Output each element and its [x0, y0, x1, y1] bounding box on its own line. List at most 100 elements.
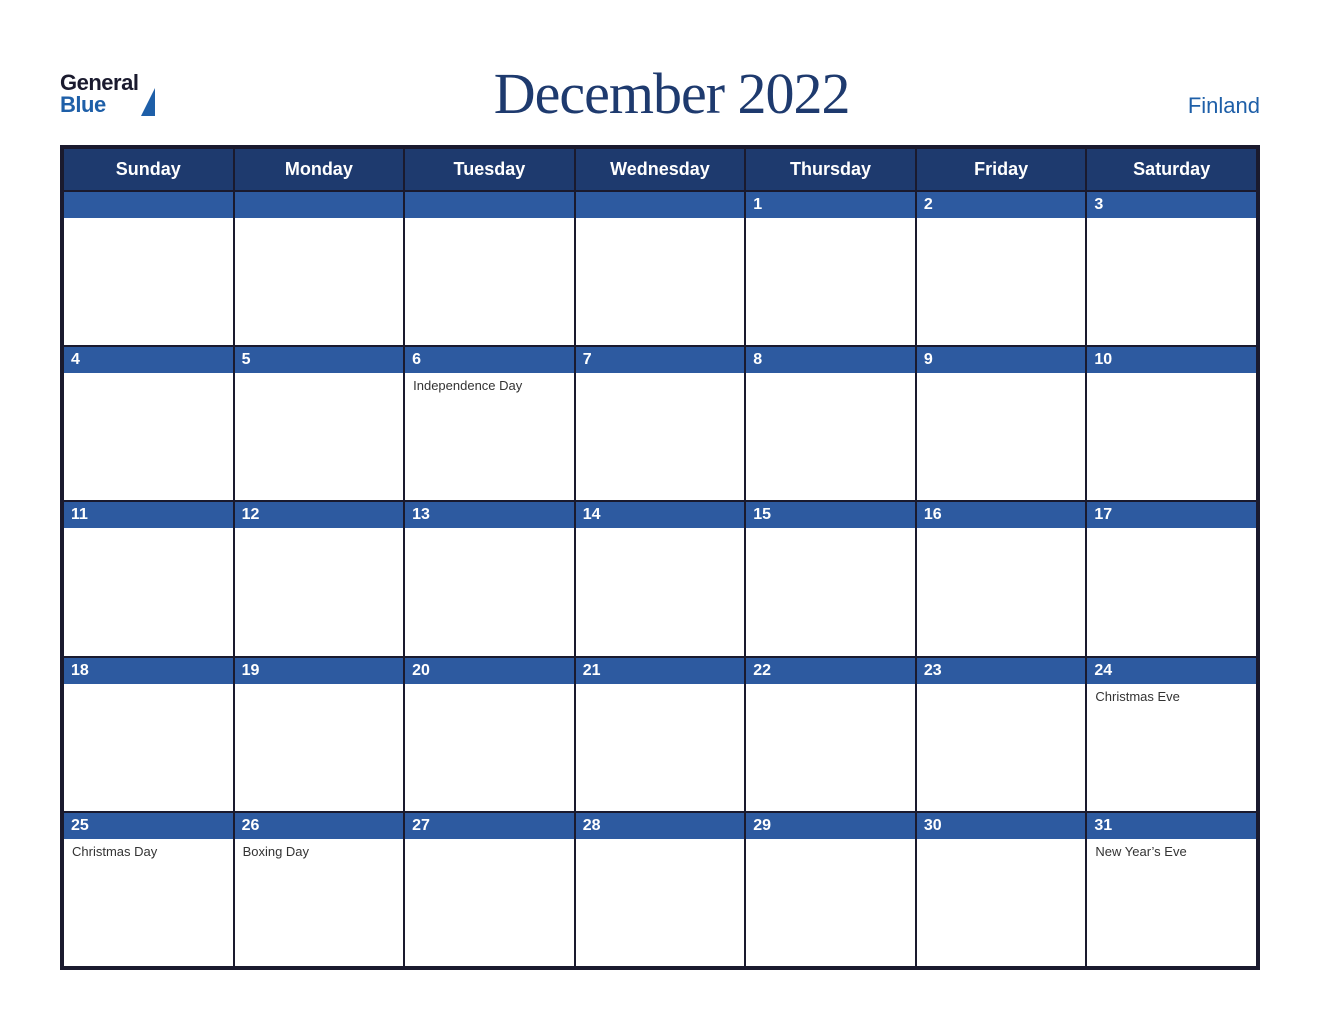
day-cell-w3-d1: 11	[63, 501, 234, 656]
week-row-1: 123	[63, 191, 1257, 346]
day-cell-w4-d2: 19	[234, 657, 405, 812]
day-number-w2-d7: 10	[1087, 347, 1256, 373]
day-cell-w1-d1	[63, 191, 234, 346]
day-number-w5-d2: 26	[235, 813, 404, 839]
day-number-w2-d1: 4	[64, 347, 233, 373]
header-thursday: Thursday	[745, 148, 916, 191]
day-number-w1-d7: 3	[1087, 192, 1256, 218]
day-cell-w1-d2	[234, 191, 405, 346]
day-number-w1-d4	[576, 192, 745, 218]
calendar-grid: Sunday Monday Tuesday Wednesday Thursday…	[60, 145, 1260, 970]
day-number-w2-d6: 9	[917, 347, 1086, 373]
day-cell-w2-d5: 8	[745, 346, 916, 501]
day-cell-w3-d6: 16	[916, 501, 1087, 656]
day-cell-w1-d7: 3	[1086, 191, 1257, 346]
day-cell-w5-d1: 25 Christmas Day	[63, 812, 234, 967]
header-sunday: Sunday	[63, 148, 234, 191]
week-row-4: 18192021222324Christmas Eve	[63, 657, 1257, 812]
page-title: December 2022	[494, 60, 850, 127]
day-number-w3-d1: 11	[64, 502, 233, 528]
day-cell-w4-d7: 24 Christmas Eve	[1086, 657, 1257, 812]
calendar-page: General Blue December 2022 Finland Sunda…	[30, 30, 1290, 990]
day-number-w5-d5: 29	[746, 813, 915, 839]
day-cell-w5-d7: 31 New Year’s Eve	[1086, 812, 1257, 967]
logo: General Blue	[60, 72, 155, 116]
day-number-w1-d1	[64, 192, 233, 218]
day-events-w4-d7: Christmas Eve	[1087, 684, 1256, 709]
header-tuesday: Tuesday	[404, 148, 575, 191]
day-events-w5-d1: Christmas Day	[64, 839, 233, 864]
day-events-w2-d3: Independence Day	[405, 373, 574, 398]
day-cell-w2-d7: 10	[1086, 346, 1257, 501]
day-number-w3-d4: 14	[576, 502, 745, 528]
logo-general-text: General	[60, 72, 138, 94]
day-cell-w1-d3	[404, 191, 575, 346]
event-label: Independence Day	[413, 378, 566, 393]
day-number-w3-d7: 17	[1087, 502, 1256, 528]
day-number-w1-d3	[405, 192, 574, 218]
day-number-w3-d5: 15	[746, 502, 915, 528]
day-number-w5-d7: 31	[1087, 813, 1256, 839]
day-number-w2-d5: 8	[746, 347, 915, 373]
day-number-w3-d2: 12	[235, 502, 404, 528]
day-cell-w1-d4	[575, 191, 746, 346]
event-label: Boxing Day	[243, 844, 396, 859]
day-number-w5-d1: 25	[64, 813, 233, 839]
day-cell-w3-d4: 14	[575, 501, 746, 656]
day-events-w5-d2: Boxing Day	[235, 839, 404, 864]
logo-text: General Blue	[60, 72, 138, 116]
day-number-w4-d6: 23	[917, 658, 1086, 684]
week-row-3: 11121314151617	[63, 501, 1257, 656]
day-cell-w2-d4: 7	[575, 346, 746, 501]
day-cell-w5-d3: 27	[404, 812, 575, 967]
day-cell-w3-d2: 12	[234, 501, 405, 656]
header-friday: Friday	[916, 148, 1087, 191]
header-saturday: Saturday	[1086, 148, 1257, 191]
day-number-w4-d1: 18	[64, 658, 233, 684]
logo-triangle-icon	[141, 88, 155, 116]
day-cell-w5-d6: 30	[916, 812, 1087, 967]
day-number-w4-d4: 21	[576, 658, 745, 684]
day-cell-w1-d5: 1	[745, 191, 916, 346]
day-number-w5-d4: 28	[576, 813, 745, 839]
day-number-w4-d3: 20	[405, 658, 574, 684]
day-cell-w1-d6: 2	[916, 191, 1087, 346]
day-number-w4-d7: 24	[1087, 658, 1256, 684]
day-cell-w4-d3: 20	[404, 657, 575, 812]
day-cell-w3-d5: 15	[745, 501, 916, 656]
header-wednesday: Wednesday	[575, 148, 746, 191]
day-number-w2-d3: 6	[405, 347, 574, 373]
day-cell-w4-d6: 23	[916, 657, 1087, 812]
day-number-w2-d2: 5	[235, 347, 404, 373]
day-cell-w3-d7: 17	[1086, 501, 1257, 656]
day-number-w5-d3: 27	[405, 813, 574, 839]
day-cell-w2-d6: 9	[916, 346, 1087, 501]
day-cell-w2-d2: 5	[234, 346, 405, 501]
day-events-w5-d7: New Year’s Eve	[1087, 839, 1256, 864]
day-cell-w5-d4: 28	[575, 812, 746, 967]
day-cell-w5-d5: 29	[745, 812, 916, 967]
day-cell-w4-d4: 21	[575, 657, 746, 812]
day-number-w4-d2: 19	[235, 658, 404, 684]
day-number-w3-d6: 16	[917, 502, 1086, 528]
header-monday: Monday	[234, 148, 405, 191]
day-number-w3-d3: 13	[405, 502, 574, 528]
day-number-w1-d5: 1	[746, 192, 915, 218]
page-header: General Blue December 2022 Finland	[60, 60, 1260, 127]
event-label: New Year’s Eve	[1095, 844, 1248, 859]
day-number-w1-d6: 2	[917, 192, 1086, 218]
day-headers-row: Sunday Monday Tuesday Wednesday Thursday…	[63, 148, 1257, 191]
logo-blue-text: Blue	[60, 94, 138, 116]
day-number-w5-d6: 30	[917, 813, 1086, 839]
day-cell-w2-d1: 4	[63, 346, 234, 501]
day-number-w1-d2	[235, 192, 404, 218]
day-cell-w2-d3: 6 Independence Day	[404, 346, 575, 501]
week-row-5: 25 Christmas Day 26 Boxing Day 2728293031 New…	[63, 812, 1257, 967]
day-cell-w4-d1: 18	[63, 657, 234, 812]
day-cell-w5-d2: 26 Boxing Day	[234, 812, 405, 967]
week-row-2: 456 Independence Day 78910	[63, 346, 1257, 501]
day-cell-w3-d3: 13	[404, 501, 575, 656]
event-label: Christmas Eve	[1095, 689, 1248, 704]
country-label: Finland	[1188, 93, 1260, 127]
event-label: Christmas Day	[72, 844, 225, 859]
